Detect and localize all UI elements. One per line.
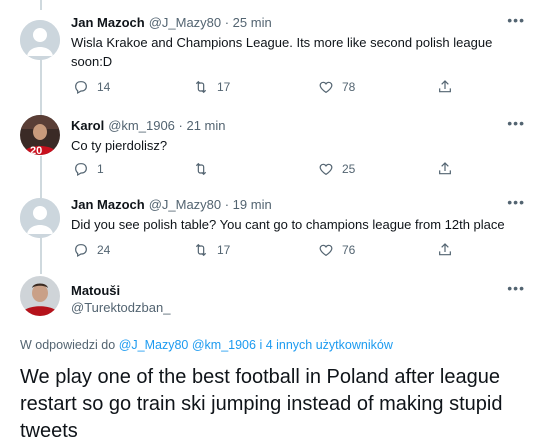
tweet-actions: 1 25 (71, 161, 451, 179)
author-name[interactable]: Matouši (71, 283, 120, 298)
replying-prefix: W odpowiedzi do (20, 338, 116, 352)
retweet-icon (195, 80, 207, 94)
more-icon[interactable]: ••• (507, 194, 525, 210)
retweet-icon (195, 243, 207, 257)
reply-count: 14 (97, 80, 111, 94)
replying-others-link[interactable]: i 4 innych użytkowników (259, 338, 392, 352)
retweet-icon (195, 162, 207, 176)
like-icon (319, 163, 333, 176)
like-icon (319, 81, 333, 94)
like-count: 76 (342, 243, 356, 257)
author-name[interactable]: Jan Mazoch (71, 15, 145, 30)
share-button[interactable] (437, 242, 461, 258)
reply-icon (75, 81, 87, 95)
default-avatar-icon (20, 20, 60, 60)
tweet-text: Wisla Krakoe and Champions League. Its m… (71, 35, 493, 69)
like-button[interactable]: 76 (318, 242, 355, 258)
main-author-handle[interactable]: @Turektodzban_ (71, 300, 170, 315)
like-button[interactable]: 25 (318, 161, 355, 177)
reply-button[interactable]: 1 (73, 161, 104, 177)
avatar[interactable] (20, 198, 60, 238)
more-icon[interactable]: ••• (507, 280, 525, 296)
author-meta: @km_1906 · 21 min (108, 118, 226, 133)
author-name[interactable]: Jan Mazoch (71, 197, 145, 212)
like-button[interactable]: 78 (318, 79, 355, 95)
reply-button[interactable]: 14 (73, 79, 110, 95)
reply-button[interactable]: 24 (73, 242, 110, 258)
share-button[interactable] (437, 79, 461, 95)
main-tweet-text: We play one of the best football in Pola… (20, 366, 503, 442)
retweet-count: 17 (217, 80, 231, 94)
main-tweet: Matouši @Turektodzban_ ••• W odpowiedzi … (0, 271, 539, 447)
avatar[interactable] (20, 276, 60, 316)
author-handle[interactable]: @Turektodzban_ (71, 300, 170, 315)
author-name[interactable]: Karol (71, 118, 104, 133)
main-author-name[interactable]: Matouši (71, 283, 120, 298)
reply-icon (75, 244, 87, 258)
share-button[interactable] (437, 161, 461, 177)
more-icon[interactable]: ••• (507, 115, 525, 131)
svg-text:20: 20 (30, 145, 42, 155)
default-avatar-icon (20, 198, 60, 238)
reply-count: 24 (97, 243, 111, 257)
tweet[interactable]: Jan Mazoch @J_Mazy80 · 25 min ••• Wisla K… (0, 0, 539, 104)
tweet[interactable]: Jan Mazoch @J_Mazy80 · 19 min ••• Did you… (0, 189, 539, 271)
more-icon[interactable]: ••• (507, 12, 525, 28)
retweet-button[interactable]: 17 (193, 79, 230, 95)
share-icon (439, 162, 451, 175)
author-meta: @J_Mazy80 · 19 min (148, 197, 272, 212)
like-count: 25 (342, 162, 356, 176)
like-icon (319, 244, 333, 257)
tweet-header: Karol @km_1906 · 21 min (71, 118, 225, 133)
tweet-text: Co ty pierdolisz? (71, 138, 168, 153)
replying-user-link[interactable]: @J_Mazy80 (119, 338, 189, 352)
share-icon (439, 243, 451, 256)
reply-count: 1 (97, 162, 104, 176)
tweet[interactable]: 20 Karol @km_1906 · 21 min ••• Co ty pier… (0, 104, 539, 189)
avatar[interactable] (20, 20, 60, 60)
replying-to: W odpowiedzi do @J_Mazy80 @km_1906 i 4 i… (20, 338, 393, 352)
like-count: 78 (342, 80, 356, 94)
tweet-actions: 24 17 76 (71, 242, 451, 260)
tweet-text: Did you see polish table? You cant go to… (71, 217, 505, 232)
tweet-header: Jan Mazoch @J_Mazy80 · 25 min (71, 15, 272, 30)
tweet-actions: 14 17 78 (71, 79, 451, 97)
retweet-count: 17 (217, 243, 231, 257)
reply-icon (75, 163, 87, 177)
author-meta: @J_Mazy80 · 25 min (148, 15, 272, 30)
retweet-button[interactable] (193, 161, 217, 177)
share-icon (439, 80, 451, 93)
player-photo-avatar: 20 (20, 115, 60, 155)
replying-user-link[interactable]: @km_1906 (192, 338, 256, 352)
player-photo-avatar (20, 276, 60, 316)
retweet-button[interactable]: 17 (193, 242, 230, 258)
avatar[interactable]: 20 (20, 115, 60, 155)
tweet-header: Jan Mazoch @J_Mazy80 · 19 min (71, 197, 272, 212)
